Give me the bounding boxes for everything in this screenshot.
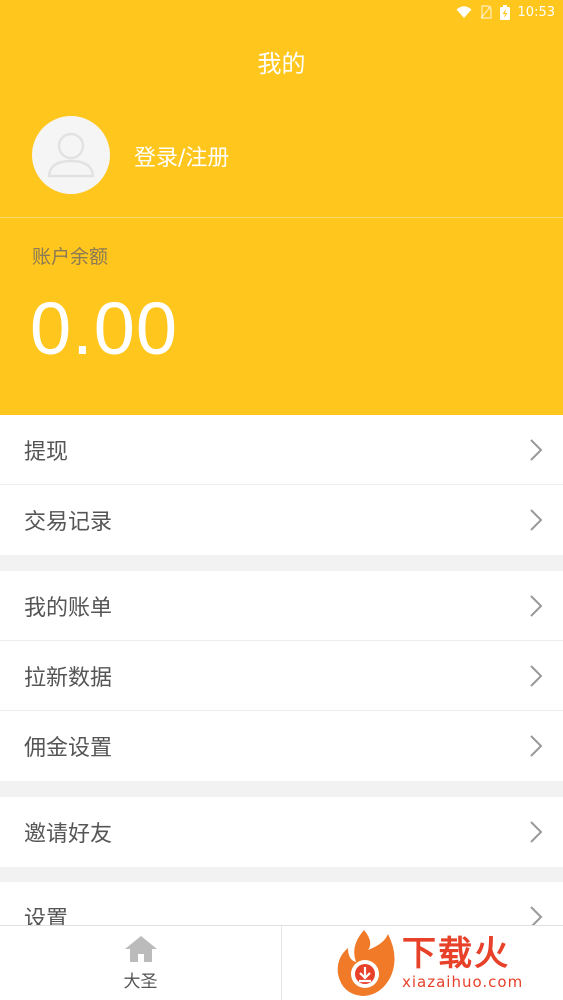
balance-value: 0.00	[30, 287, 179, 370]
menu-item-invite-friends[interactable]: 邀请好友	[0, 797, 563, 867]
chevron-right-icon	[530, 821, 543, 843]
status-bar: 10:53	[0, 0, 563, 24]
menu-item-withdraw[interactable]: 提现	[0, 415, 563, 485]
menu-group-account: 提现 交易记录	[0, 415, 563, 555]
menu-item-label: 邀请好友	[24, 822, 113, 847]
watermark-title: 下载火	[402, 933, 510, 974]
avatar[interactable]	[32, 116, 110, 194]
tab-home[interactable]: 大圣	[0, 926, 281, 1000]
header-divider	[0, 217, 563, 218]
menu-group-data: 我的账单 拉新数据 佣金设置	[0, 571, 563, 781]
chevron-right-icon	[530, 509, 543, 531]
watermark-domain: xiazaihuo.com	[402, 972, 524, 991]
user-icon	[47, 132, 95, 178]
menu-item-referral-data[interactable]: 拉新数据	[0, 641, 563, 711]
chevron-right-icon	[530, 438, 543, 461]
wifi-icon	[456, 6, 472, 18]
tab-label: 大圣	[123, 971, 158, 992]
status-time: 10:53	[517, 4, 555, 20]
menu-item-transactions[interactable]: 交易记录	[0, 485, 563, 555]
chevron-right-icon	[530, 735, 543, 757]
chevron-right-icon	[530, 664, 543, 687]
login-register-link[interactable]: 登录/注册	[134, 140, 229, 172]
menu-group-invite: 邀请好友	[0, 797, 563, 867]
menu-item-label: 交易记录	[24, 510, 113, 535]
watermark: 下载火 xiazaihuo.com	[332, 925, 563, 1000]
flame-logo-icon	[337, 929, 395, 996]
menu-item-label: 佣金设置	[24, 736, 113, 761]
watermark-text: 下载火 xiazaihuo.com	[402, 935, 523, 991]
profile-header: 我的 登录/注册 账户余额 0.00	[0, 24, 563, 415]
balance-label: 账户余额	[32, 246, 109, 268]
no-sim-icon	[479, 5, 492, 19]
menu-item-label: 提现	[24, 439, 69, 465]
home-icon	[124, 935, 157, 962]
menu-item-label: 拉新数据	[24, 665, 113, 691]
chevron-right-icon	[530, 594, 543, 617]
menu-item-label: 我的账单	[24, 595, 113, 621]
page-title: 我的	[257, 50, 306, 78]
battery-charging-icon	[499, 4, 510, 20]
menu-item-commission-settings[interactable]: 佣金设置	[0, 711, 563, 781]
menu-item-my-bills[interactable]: 我的账单	[0, 571, 563, 641]
